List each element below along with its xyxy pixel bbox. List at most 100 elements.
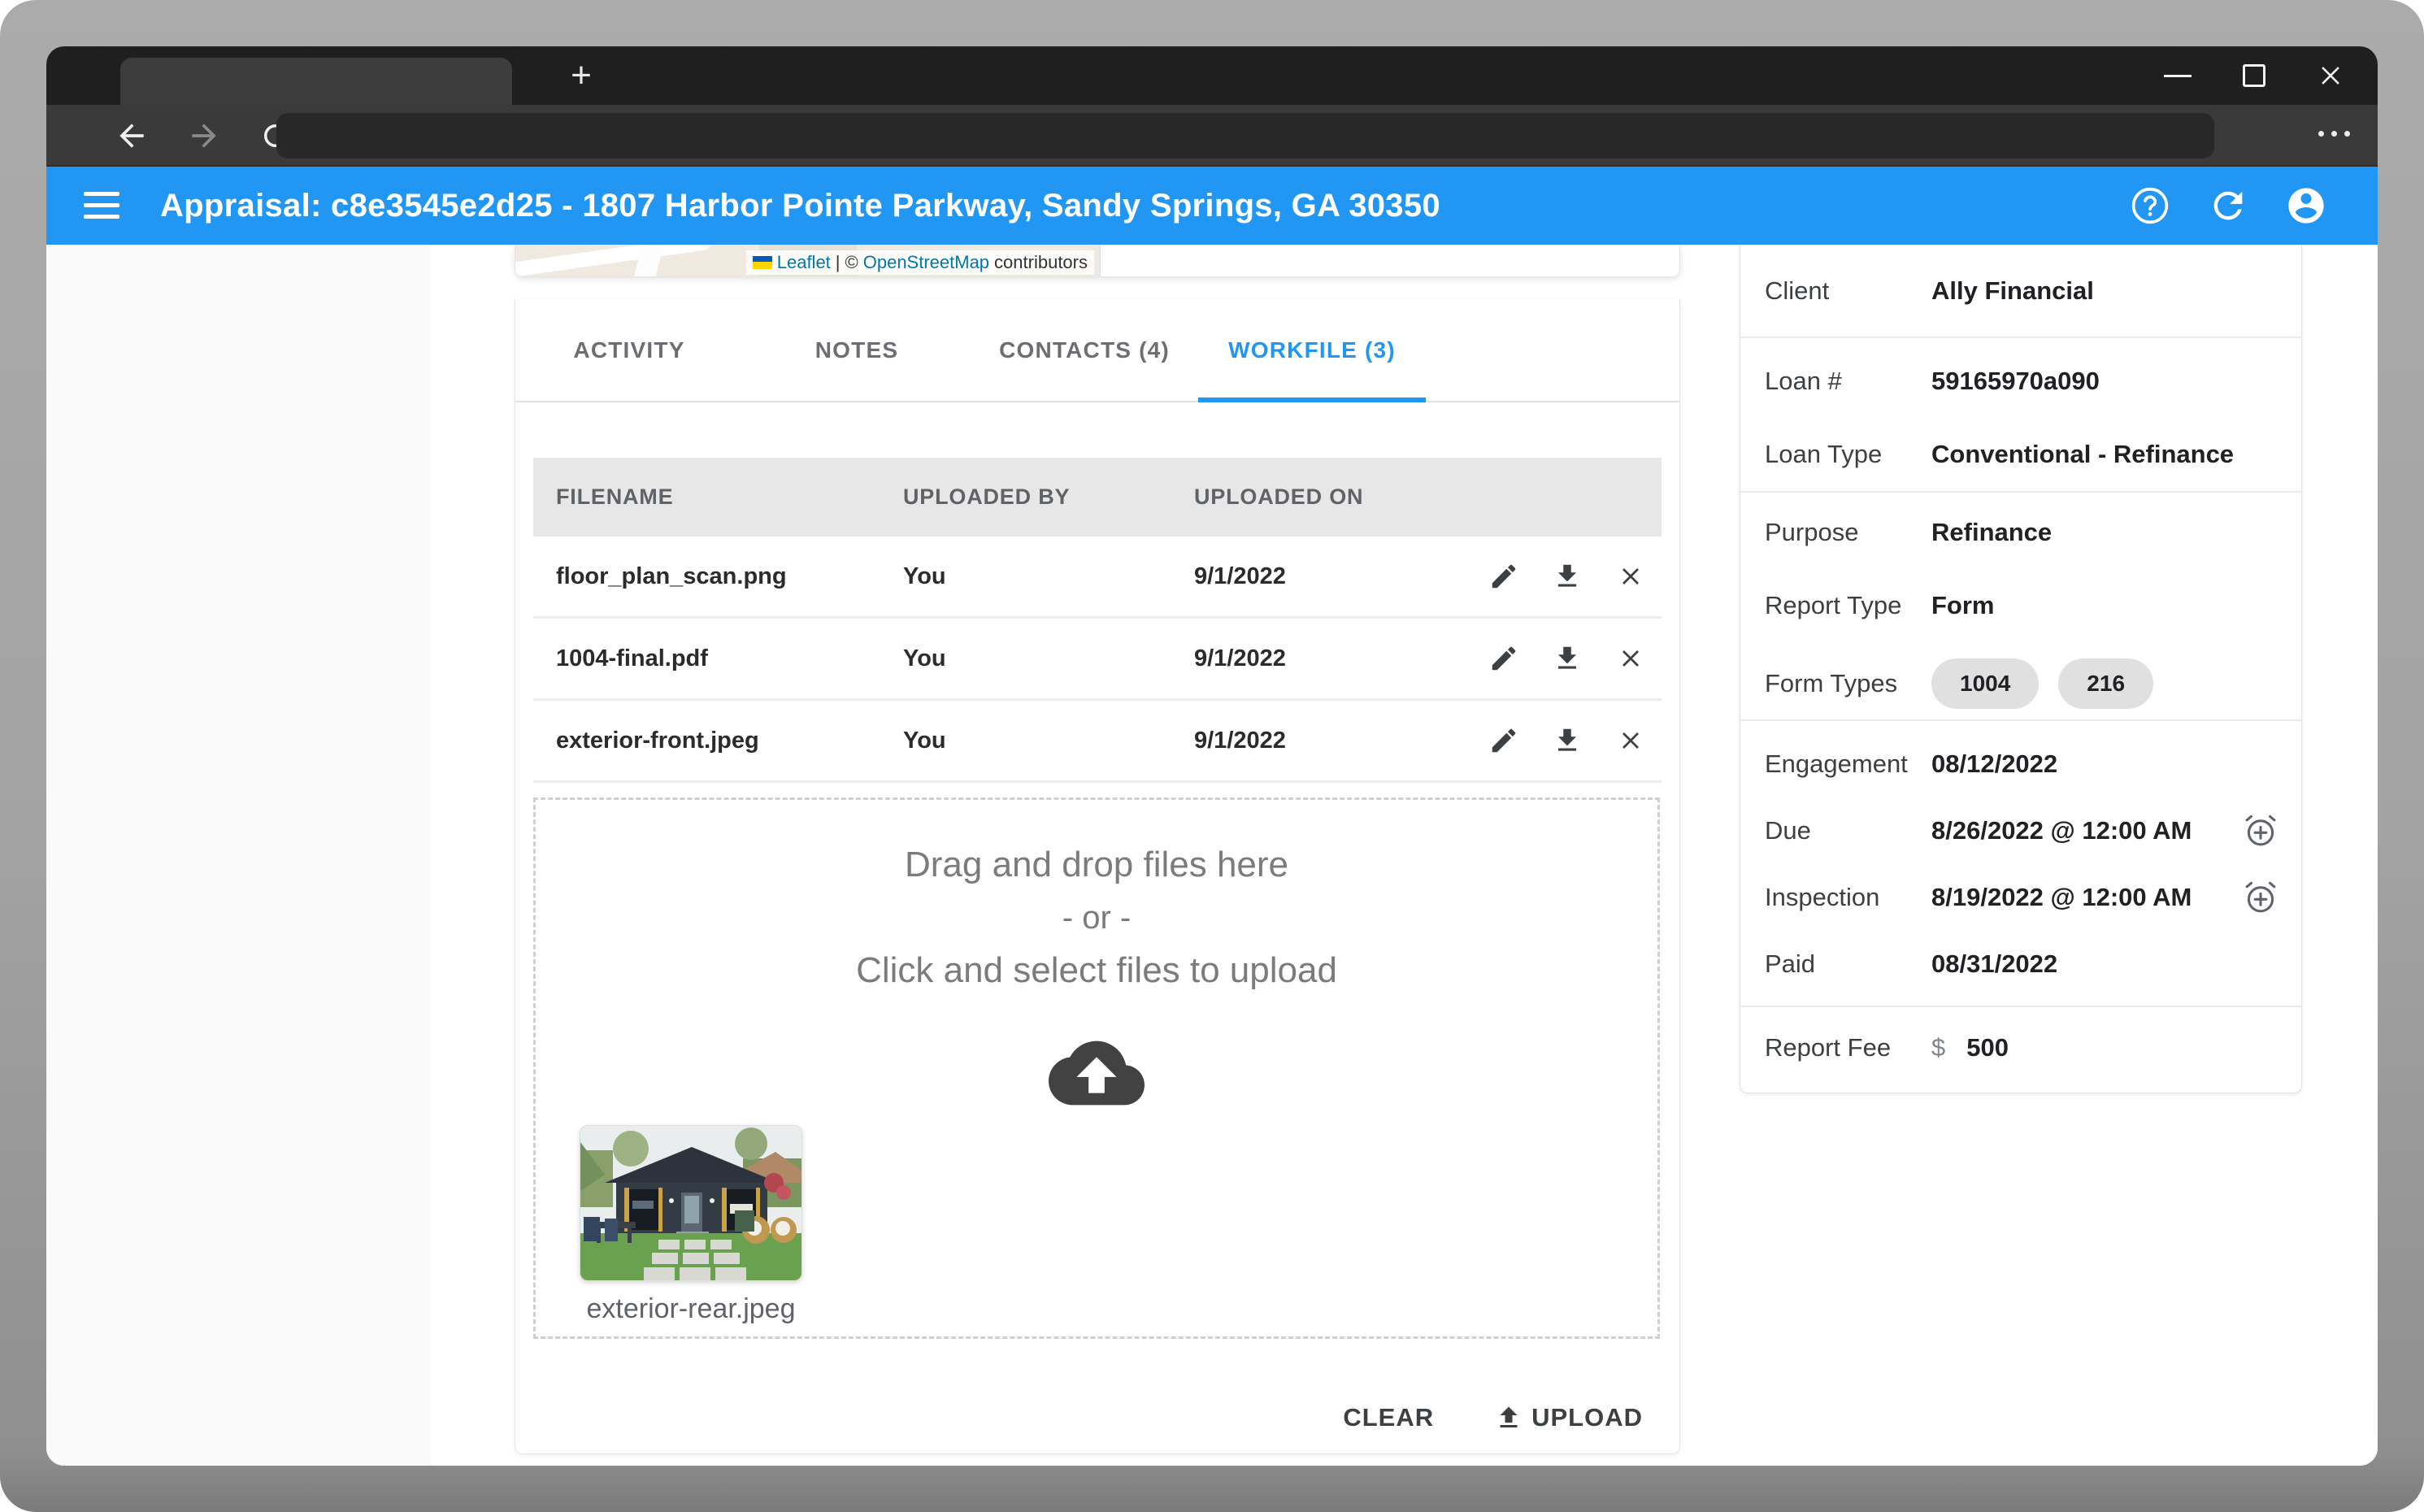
column-header-uploaded-by: UPLOADED BY	[903, 484, 1194, 510]
workfile-table: FILENAME UPLOADED BY UPLOADED ON floor_p…	[533, 458, 1662, 783]
file-name: 1004-final.pdf	[533, 645, 903, 672]
overflow-menu-button[interactable]	[2318, 131, 2350, 137]
maximize-icon	[2243, 64, 2265, 87]
loan-type-value: Conventional - Refinance	[1931, 440, 2234, 469]
upload-button[interactable]: UPLOAD	[1494, 1403, 1643, 1432]
paid-row: Paid 08/31/2022	[1740, 931, 2301, 997]
file-name: floor_plan_scan.png	[533, 563, 903, 590]
due-label: Due	[1765, 816, 1931, 845]
due-value: 8/26/2022 @ 12:00 AM	[1931, 816, 2192, 845]
clear-button-label: CLEAR	[1343, 1403, 1434, 1432]
attribution-copyright: ©	[845, 252, 858, 273]
column-header-uploaded-on: UPLOADED ON	[1194, 484, 1462, 510]
download-button[interactable]	[1549, 723, 1585, 758]
table-row: exterior-front.jpeg You 9/1/2022	[533, 701, 1662, 783]
download-button[interactable]	[1549, 641, 1585, 676]
delete-button[interactable]	[1613, 558, 1649, 594]
new-tab-button[interactable]: +	[560, 54, 602, 97]
report-type-row: Report Type Form	[1740, 569, 2301, 642]
report-fee-row: Report Fee $ 500	[1740, 1007, 2301, 1088]
engagement-row: Engagement 08/12/2022	[1740, 731, 2301, 797]
uploaded-by: You	[903, 645, 1194, 672]
detail-tabs: ACTIVITY NOTES CONTACTS (4) WORKFILE (3)	[515, 299, 1679, 402]
screen-bezel: + Appraisal	[0, 0, 2424, 1512]
close-button[interactable]	[2316, 61, 2345, 90]
page-title: Appraisal: c8e3545e2d25 - 1807 Harbor Po…	[160, 188, 1440, 224]
tab-contacts[interactable]: CONTACTS (4)	[971, 299, 1198, 401]
minimize-button[interactable]	[2163, 61, 2192, 90]
purpose-label: Purpose	[1765, 518, 1931, 547]
uploaded-on: 9/1/2022	[1194, 645, 1462, 672]
form-type-chip: 216	[2058, 658, 2153, 709]
refresh-button[interactable]	[2207, 185, 2249, 227]
tab-notes[interactable]: NOTES	[743, 299, 971, 401]
browser-tab-bar: +	[46, 46, 2378, 105]
overflow-menu-icon	[2344, 131, 2350, 137]
edit-button[interactable]	[1486, 641, 1522, 676]
close-x-icon	[1616, 562, 1645, 591]
client-row: Client Ally Financial	[1740, 245, 2301, 337]
pencil-icon	[1488, 643, 1519, 674]
back-button[interactable]	[112, 116, 151, 155]
loan-number-row: Loan # 59165970a090	[1740, 345, 2301, 418]
map-road	[515, 245, 710, 276]
minimize-icon	[2164, 75, 2192, 77]
forward-button[interactable]	[185, 116, 224, 155]
inspection-row: Inspection 8/19/2022 @ 12:00 AM	[1740, 864, 2301, 931]
inspection-value: 8/19/2022 @ 12:00 AM	[1931, 883, 2192, 912]
help-icon	[2129, 185, 2171, 227]
loan-number-label: Loan #	[1765, 367, 1931, 396]
report-type-label: Report Type	[1765, 591, 1931, 620]
menu-button[interactable]	[84, 189, 119, 221]
hamburger-icon	[84, 203, 119, 207]
tab-workfile[interactable]: WORKFILE (3)	[1198, 299, 1426, 401]
openstreetmap-link[interactable]: OpenStreetMap	[863, 252, 989, 273]
browser-tab[interactable]	[120, 58, 512, 105]
overflow-menu-icon	[2318, 131, 2324, 137]
delete-button[interactable]	[1613, 641, 1649, 676]
download-button[interactable]	[1549, 558, 1585, 594]
edit-button[interactable]	[1486, 558, 1522, 594]
uploaded-on: 9/1/2022	[1194, 728, 1462, 754]
client-label: Client	[1765, 276, 1931, 306]
report-fee-value: 500	[1966, 1033, 2009, 1062]
loan-type-row: Loan Type Conventional - Refinance	[1740, 418, 2301, 491]
app-header: Appraisal: c8e3545e2d25 - 1807 Harbor Po…	[46, 167, 2378, 245]
inspection-label: Inspection	[1765, 883, 1931, 912]
edit-button[interactable]	[1486, 723, 1522, 758]
file-name: exterior-front.jpeg	[533, 728, 903, 754]
pencil-icon	[1488, 725, 1519, 756]
help-button[interactable]	[2129, 185, 2171, 227]
alarm-add-icon	[2242, 879, 2279, 916]
attribution-contributors: contributors	[994, 252, 1088, 273]
alarm-add-icon	[2242, 812, 2279, 849]
file-dropzone[interactable]: Drag and drop files here - or - Click an…	[533, 797, 1660, 1339]
delete-button[interactable]	[1613, 723, 1649, 758]
maximize-button[interactable]	[2239, 61, 2269, 90]
hamburger-icon	[84, 215, 119, 219]
back-arrow-icon	[114, 118, 150, 154]
uploaded-on: 9/1/2022	[1194, 563, 1462, 590]
left-panel	[46, 245, 431, 1466]
dropzone-or-text: - or -	[536, 895, 1657, 941]
column-header-filename: FILENAME	[533, 484, 903, 510]
map-preview[interactable]: Leaflet | © OpenStreetMap contributors	[515, 245, 1101, 276]
loan-type-label: Loan Type	[1765, 440, 1931, 469]
engagement-label: Engagement	[1765, 749, 1931, 779]
street-view-panel	[1101, 245, 1679, 276]
upload-icon	[1494, 1403, 1523, 1432]
purpose-row: Purpose Refinance	[1740, 496, 2301, 569]
clear-button[interactable]: CLEAR	[1343, 1403, 1434, 1432]
leaflet-link[interactable]: Leaflet	[777, 252, 831, 273]
tab-activity[interactable]: ACTIVITY	[515, 299, 743, 401]
add-due-reminder-button[interactable]	[2241, 811, 2280, 850]
pending-file: exterior-rear.jpeg	[558, 1125, 823, 1325]
url-bar[interactable]	[276, 113, 2214, 159]
file-thumbnail	[580, 1125, 802, 1281]
map-card: Leaflet | © OpenStreetMap contributors	[515, 245, 1680, 277]
uploaded-by: You	[903, 728, 1194, 754]
download-icon	[1552, 643, 1583, 674]
add-inspection-reminder-button[interactable]	[2241, 878, 2280, 917]
account-button[interactable]	[2285, 185, 2327, 227]
currency-symbol: $	[1931, 1033, 1945, 1062]
